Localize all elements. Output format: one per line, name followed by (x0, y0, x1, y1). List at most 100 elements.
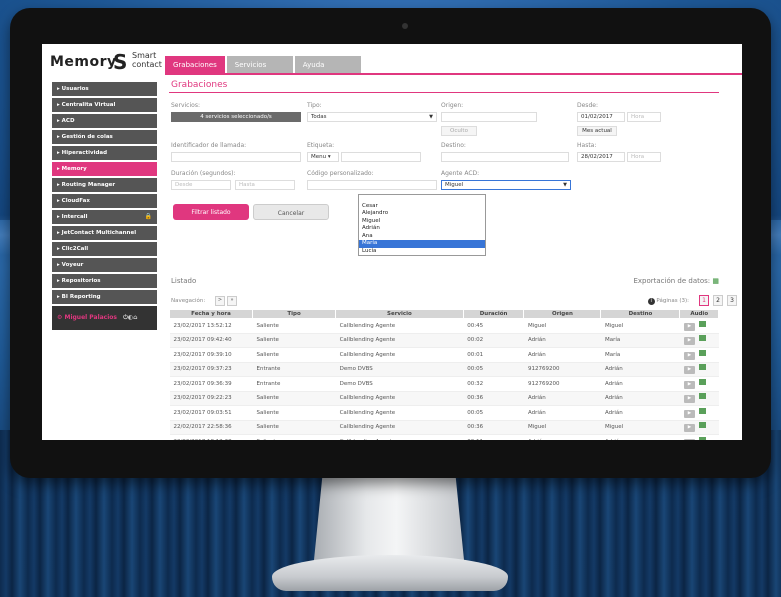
sidebar-item-voyeur[interactable]: ▸ Voyeur (52, 258, 157, 272)
tab-servicios[interactable]: Servicios (226, 56, 293, 74)
cancelar-button[interactable]: Cancelar (253, 204, 329, 220)
download-icon[interactable] (698, 349, 706, 356)
play-icon[interactable]: ▶ (683, 351, 695, 360)
agente-select[interactable]: Miguel ▼ (441, 180, 571, 190)
dropdown-option[interactable]: Adrián (359, 225, 485, 233)
etiqueta-select[interactable]: Menu ▾ (307, 152, 339, 162)
download-icon[interactable] (698, 436, 706, 440)
table-row[interactable]: 23/02/2017 09:37:23 Entrante Demo DVBS 00:0… (169, 362, 719, 377)
dropdown-option-empty[interactable] (359, 195, 485, 203)
chevron-down-icon: ▼ (429, 114, 433, 120)
etiqueta-input[interactable] (341, 152, 421, 162)
sidebar-item-repositorios[interactable]: ▸ Repositorios (52, 274, 157, 288)
cell-fecha: 22/02/2017 22:58:36 (169, 420, 253, 435)
play-icon[interactable]: ▶ (683, 409, 695, 418)
servicios-select[interactable]: 4 servicios seleccionado/s (171, 112, 301, 122)
gear-icon[interactable]: ⚙ (57, 314, 62, 321)
pages-label: Páginas (3): (656, 298, 689, 304)
dropdown-option[interactable]: María (359, 240, 485, 248)
sidebar-item-acd[interactable]: ▸ ACD (52, 114, 157, 128)
oculto-button[interactable]: Oculto (441, 126, 477, 136)
filtrar-button[interactable]: Filtrar listado (173, 204, 249, 220)
sidebar-item-cloudfax[interactable]: ▸ CloudFax (52, 194, 157, 208)
col-origen[interactable]: Origen (523, 309, 602, 319)
cell-duracion: 00:05 (463, 405, 524, 421)
table-row[interactable]: 23/02/2017 09:36:39 Entrante Demo DVBS 00:3… (169, 376, 719, 392)
dropdown-option[interactable]: Alejandro (359, 210, 485, 218)
desde-hora-input[interactable]: Hora (627, 112, 661, 122)
play-icon[interactable]: ▶ (683, 337, 695, 346)
destino-input[interactable] (441, 152, 569, 162)
play-icon[interactable]: ▶ (683, 424, 695, 433)
table-row[interactable]: 22/02/2017 22:58:36 Saliente Callblending … (169, 420, 719, 435)
session-icons[interactable]: ⏻◐⌂ (123, 314, 137, 321)
table-row[interactable]: 23/02/2017 09:03:51 Saliente Callblending … (169, 405, 719, 421)
page-button-1[interactable]: 1 (699, 295, 709, 306)
sidebar-item-clic2call[interactable]: ▸ Clic2Call (52, 242, 157, 256)
cell-audio: ▶ (679, 405, 719, 421)
table-row[interactable]: 23/02/2017 09:22:23 Saliente Callblending … (169, 391, 719, 406)
sidebar-item-colas[interactable]: ▸ Gestión de colas (52, 130, 157, 144)
download-icon[interactable] (698, 407, 706, 414)
sidebar-item-intercall[interactable]: ▸ Intercall 🔒 (52, 210, 157, 224)
navegacion-label: Navegación: (171, 298, 206, 304)
sidebar-item-jetcontact[interactable]: ▸ JetContact Multichannel (52, 226, 157, 240)
col-tipo[interactable]: Tipo (252, 309, 337, 319)
tipo-label: Tipo: (307, 102, 322, 109)
desde-date-input[interactable]: 01/02/2017 (577, 112, 625, 122)
play-icon[interactable]: ▶ (683, 380, 695, 389)
dropdown-option[interactable]: Miguel (359, 218, 485, 226)
sidebar-item-usuarios[interactable]: ▸ Usuarios (52, 82, 157, 96)
sidebar-item-centralita[interactable]: ▸ Centralita Virtual (52, 98, 157, 112)
tab-ayuda[interactable]: Ayuda (294, 56, 361, 74)
table-row[interactable]: 22/02/2017 18:12:28SalienteCallblending … (169, 434, 719, 440)
mes-actual-button[interactable]: Mes actual (577, 126, 617, 136)
download-icon[interactable] (698, 393, 706, 400)
col-duracion[interactable]: Duración (462, 309, 525, 319)
cell-servicio: Callblending Agente (335, 333, 464, 348)
table-row[interactable]: 23/02/2017 09:42:40 Saliente Callblending … (169, 333, 719, 348)
tab-grabaciones[interactable]: Grabaciones (165, 56, 225, 74)
excel-icon[interactable]: ▦ (712, 277, 719, 285)
sidebar-item-bi-reporting[interactable]: ▸ BI Reporting (52, 290, 157, 304)
hasta-hora-input[interactable]: Hora (627, 152, 661, 162)
page-button-2[interactable]: 2 (713, 295, 723, 306)
nav-next-button[interactable]: > (215, 296, 225, 306)
nav-last-button[interactable]: » (227, 296, 237, 306)
codigo-label: Código personalizado: (307, 170, 374, 177)
user-panel[interactable]: ⚙ Miguel Palacios ⏻◐⌂ (52, 306, 157, 330)
download-icon[interactable] (698, 335, 706, 342)
sidebar-item-hiperactividad[interactable]: ▸ Hiperactividad (52, 146, 157, 160)
info-icon: i (647, 298, 655, 305)
download-icon[interactable] (698, 422, 706, 429)
table-row[interactable]: 23/02/2017 13:52:12 Saliente Callblending … (169, 318, 719, 334)
play-icon[interactable]: ▶ (683, 395, 695, 404)
dropdown-option[interactable]: Ana (359, 233, 485, 241)
col-destino[interactable]: Destino (600, 309, 681, 319)
col-fecha[interactable]: Fecha y hora (168, 309, 254, 319)
dropdown-option[interactable]: Cesar (359, 203, 485, 211)
download-icon[interactable] (698, 320, 706, 327)
play-icon[interactable]: ▶ (683, 366, 695, 375)
dropdown-option[interactable]: Lucía (359, 248, 485, 256)
download-icon[interactable] (698, 364, 706, 371)
origen-input[interactable] (441, 112, 537, 122)
hasta-date-input[interactable]: 28/02/2017 (577, 152, 625, 162)
play-icon[interactable]: ▶ (683, 438, 695, 440)
tipo-select[interactable]: Todas ▼ (307, 112, 437, 122)
cell-origen: Miguel (523, 318, 601, 334)
sidebar-item-memory[interactable]: ▸ Memory (52, 162, 157, 176)
codigo-input[interactable] (307, 180, 437, 190)
page-button-3[interactable]: 3 (727, 295, 737, 306)
cell-audio: ▶ (679, 362, 719, 377)
play-icon[interactable]: ▶ (683, 322, 695, 331)
sidebar-item-routing[interactable]: ▸ Routing Manager (52, 178, 157, 192)
col-servicio[interactable]: Servicio (335, 309, 464, 319)
cell-servicio: Callblending Agente (335, 391, 464, 406)
table-row[interactable]: 23/02/2017 09:39:10 Saliente Callblending … (169, 347, 719, 363)
download-icon[interactable] (698, 378, 706, 385)
cell-audio: ▶ (679, 333, 719, 348)
duracion-desde-input[interactable]: Desde (171, 180, 231, 190)
duracion-hasta-input[interactable]: Hasta (235, 180, 295, 190)
identificador-input[interactable] (171, 152, 301, 162)
